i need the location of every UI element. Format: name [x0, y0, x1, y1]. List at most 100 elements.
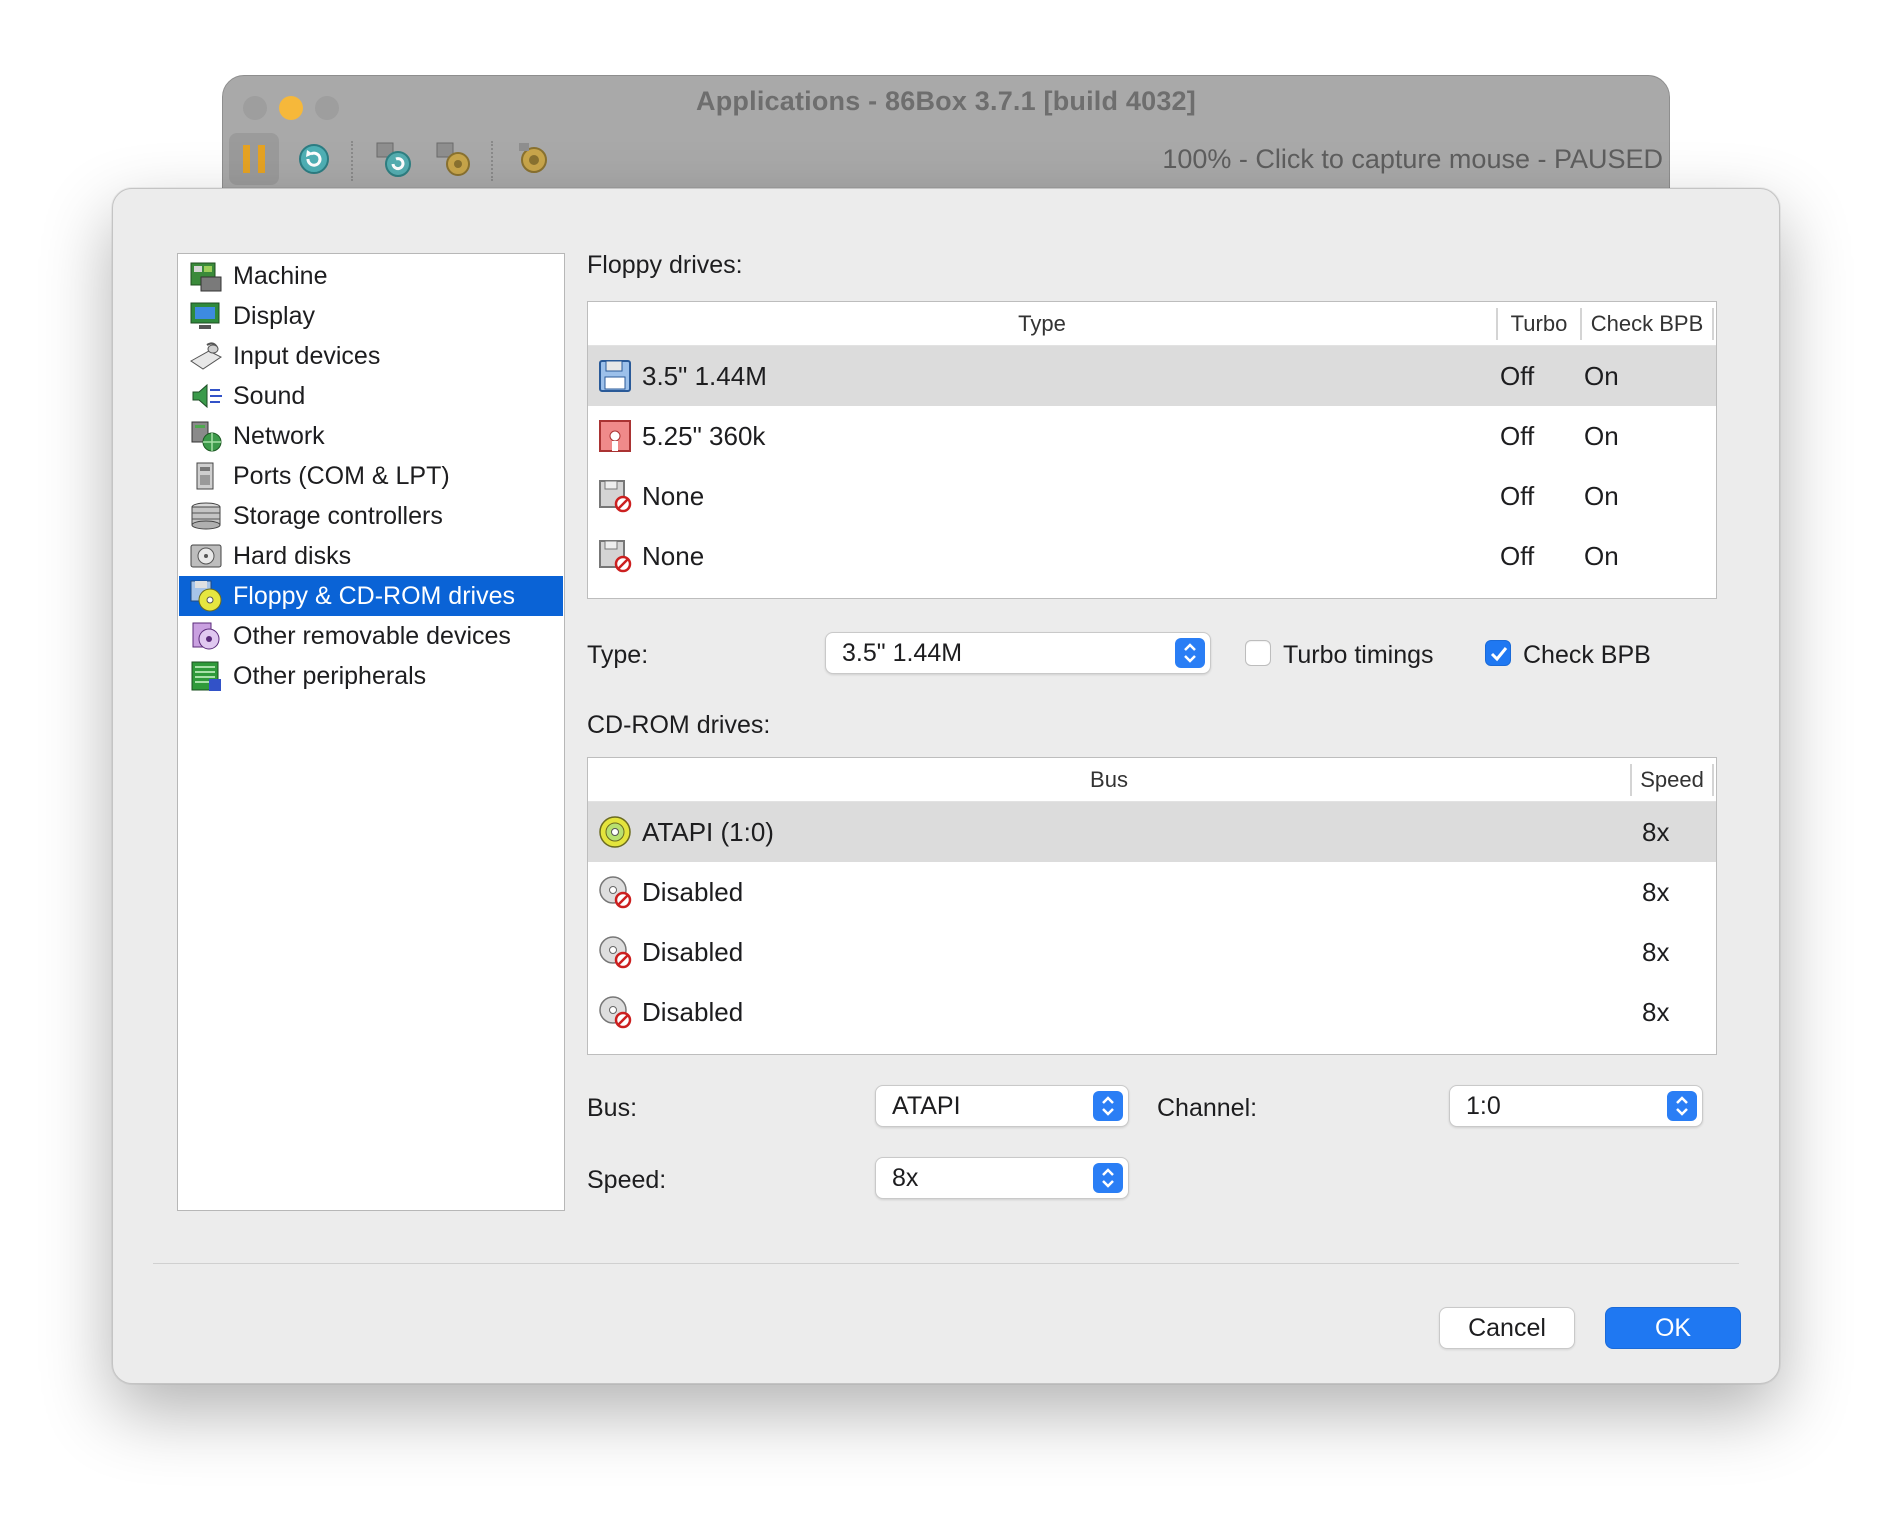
floppy-check-bpb-cell: On	[1584, 481, 1619, 511]
cdrom-drives-table: Bus Speed ATAPI (1:0) 8x Disabled 8x Dis…	[587, 757, 1717, 1055]
network-icon	[191, 421, 222, 452]
sidebar-item-hard-disks[interactable]: Hard disks	[179, 536, 563, 576]
ctrl-alt-esc-button[interactable]	[429, 133, 479, 185]
reset-button[interactable]	[289, 133, 339, 185]
table-row[interactable]: 5.25" 360k Off On	[588, 406, 1716, 466]
settings-dialog: Machine Display Input devices Sound Netw…	[112, 188, 1780, 1384]
sidebar-item-label: Ports (COM & LPT)	[233, 461, 450, 490]
floppy-turbo-cell: Off	[1500, 541, 1535, 571]
sidebar-item-machine[interactable]: Machine	[179, 256, 563, 296]
floppy-type-value: 3.5" 1.44M	[842, 639, 963, 667]
floppy-cdrom-icon	[190, 580, 222, 612]
sidebar-item-other-removable[interactable]: Other removable devices	[179, 616, 563, 656]
pause-icon	[243, 145, 265, 173]
cdrom-icon	[599, 816, 631, 848]
chevron-updown-icon	[1667, 1091, 1697, 1121]
chevron-updown-icon	[1093, 1091, 1123, 1121]
column-header-type[interactable]: Type	[588, 302, 1496, 346]
floppy-turbo-cell: Off	[1500, 361, 1535, 391]
ctrl-alt-del-button[interactable]	[369, 133, 419, 185]
chevron-updown-icon	[1175, 638, 1205, 668]
ctrl-alt-del-icon	[376, 142, 411, 177]
floppy-type-label: Type:	[587, 641, 649, 669]
sound-icon	[192, 383, 222, 409]
column-divider	[1712, 764, 1714, 796]
sidebar-item-label: Display	[233, 301, 315, 330]
sidebar-item-network[interactable]: Network	[179, 416, 563, 456]
table-row[interactable]: 3.5" 1.44M Off On	[588, 346, 1716, 406]
sidebar-item-label: Hard disks	[233, 541, 352, 570]
floppy-turbo-cell: Off	[1500, 421, 1535, 451]
cdrom-bus-cell: Disabled	[642, 937, 744, 967]
table-row[interactable]: Disabled 8x	[588, 922, 1716, 982]
column-header-bus[interactable]: Bus	[588, 758, 1630, 802]
cdrom-speed-cell: 8x	[1642, 937, 1670, 967]
floppy-35-icon	[599, 360, 631, 392]
removable-devices-icon	[192, 622, 220, 650]
floppy-disabled-icon	[599, 540, 632, 573]
floppy-disabled-icon	[599, 480, 632, 513]
sidebar-item-label: Storage controllers	[233, 501, 443, 530]
ports-icon	[196, 462, 214, 490]
sidebar-item-other-peripherals[interactable]: Other peripherals	[179, 656, 563, 696]
cancel-button[interactable]: Cancel	[1439, 1307, 1575, 1349]
table-row[interactable]: Disabled 8x	[588, 862, 1716, 922]
ctrl-alt-esc-icon	[436, 142, 470, 176]
check-bpb-checkbox[interactable]	[1485, 640, 1511, 666]
floppy-check-bpb-cell: On	[1584, 421, 1619, 451]
floppy-check-bpb-cell: On	[1584, 541, 1619, 571]
sidebar-item-display[interactable]: Display	[179, 296, 563, 336]
cdrom-disabled-icon	[599, 876, 632, 909]
display-icon	[190, 302, 220, 329]
table-row[interactable]: Disabled 8x	[588, 982, 1716, 1042]
column-divider	[1712, 308, 1714, 340]
settings-category-list: Machine Display Input devices Sound Netw…	[177, 253, 565, 1211]
table-row[interactable]: None Off On	[588, 526, 1716, 586]
cdrom-bus-cell: Disabled	[642, 997, 744, 1027]
table-row[interactable]: None Off On	[588, 466, 1716, 526]
column-header-check-bpb[interactable]: Check BPB	[1582, 302, 1712, 346]
cdrom-disabled-icon	[599, 996, 632, 1029]
sidebar-item-label: Network	[233, 421, 325, 450]
cdrom-channel-select[interactable]: 1:0	[1449, 1085, 1703, 1127]
sidebar-item-input-devices[interactable]: Input devices	[179, 336, 563, 376]
input-devices-icon	[190, 342, 222, 370]
cdrom-bus-cell: Disabled	[642, 877, 744, 907]
ok-button[interactable]: OK	[1605, 1307, 1741, 1349]
turbo-timings-checkbox[interactable]	[1245, 640, 1271, 666]
cdrom-speed-select[interactable]: 8x	[875, 1157, 1129, 1199]
floppy-525-icon	[599, 420, 631, 452]
cdrom-speed-cell: 8x	[1642, 817, 1670, 847]
column-header-turbo[interactable]: Turbo	[1498, 302, 1580, 346]
floppy-type-select[interactable]: 3.5" 1.44M	[825, 632, 1211, 674]
floppy-type-cell: None	[642, 481, 705, 511]
table-header: Bus Speed	[588, 758, 1716, 802]
cdrom-bus-select[interactable]: ATAPI	[875, 1085, 1129, 1127]
floppy-drives-table: Type Turbo Check BPB 3.5" 1.44M Off On 5	[587, 301, 1717, 599]
sidebar-item-label: Other removable devices	[233, 621, 511, 650]
pause-button[interactable]	[229, 133, 279, 185]
settings-button[interactable]	[509, 133, 559, 185]
sidebar-item-sound[interactable]: Sound	[179, 376, 563, 416]
status-text: 100% - Click to capture mouse - PAUSED	[1162, 144, 1663, 174]
turbo-timings-label[interactable]: Turbo timings	[1283, 641, 1434, 670]
sidebar-item-storage-controllers[interactable]: Storage controllers	[179, 496, 563, 536]
sidebar-item-floppy-cdrom[interactable]: Floppy & CD-ROM drives	[179, 576, 563, 616]
chevron-updown-icon	[1093, 1163, 1123, 1193]
sidebar-item-ports[interactable]: Ports (COM & LPT)	[179, 456, 563, 496]
floppy-turbo-cell: Off	[1500, 481, 1535, 511]
check-bpb-label[interactable]: Check BPB	[1523, 641, 1651, 670]
toolbar-separator	[491, 141, 493, 181]
cdrom-disabled-icon	[599, 936, 632, 969]
column-header-speed[interactable]: Speed	[1632, 758, 1712, 802]
table-row[interactable]: ATAPI (1:0) 8x	[588, 802, 1716, 862]
storage-controllers-icon	[191, 502, 221, 530]
cdrom-bus-value: ATAPI	[892, 1092, 961, 1120]
sidebar-item-label: Other peripherals	[233, 661, 427, 690]
cdrom-speed-cell: 8x	[1642, 997, 1670, 1027]
floppy-type-cell: None	[642, 541, 705, 571]
floppy-check-bpb-cell: On	[1584, 361, 1619, 391]
toolbar-separator	[351, 141, 353, 181]
sidebar-item-label: Machine	[233, 261, 328, 290]
settings-icon	[519, 143, 547, 173]
